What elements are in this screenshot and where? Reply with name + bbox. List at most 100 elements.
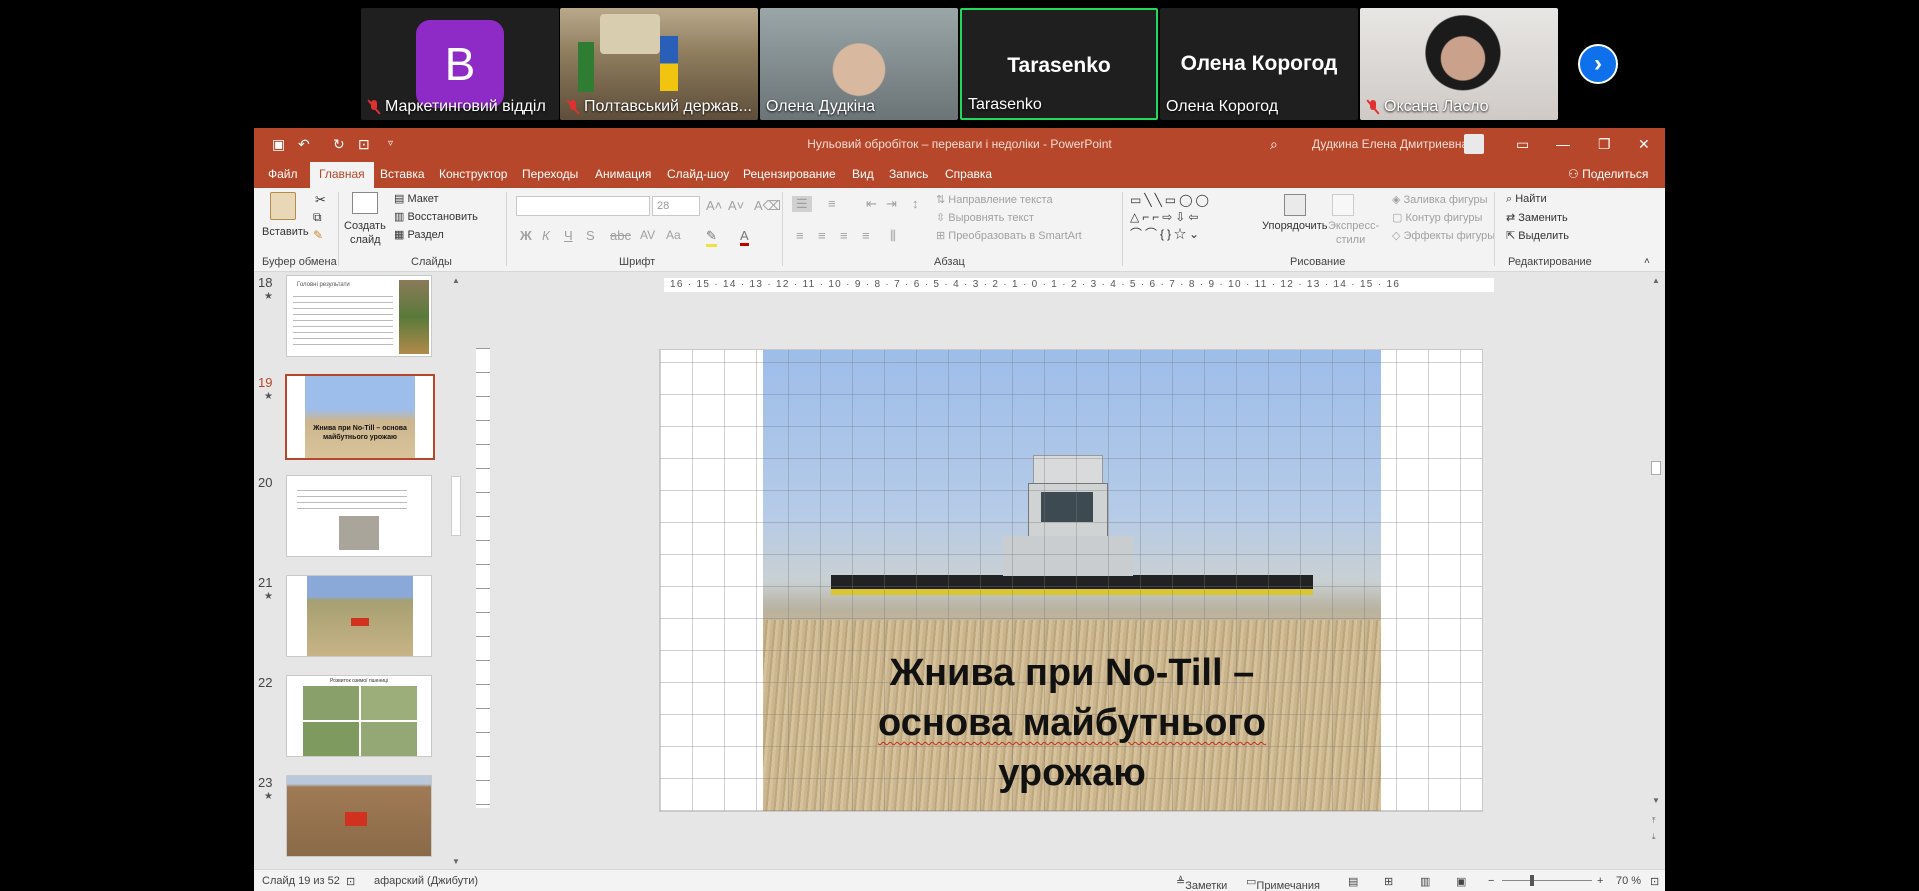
line-spacing-icon[interactable]: ↕ [912, 196, 919, 211]
section-button[interactable]: ▦ Раздел [394, 228, 444, 241]
quick-styles-button[interactable]: Экспресс- [1328, 220, 1379, 232]
paste-button[interactable]: Вставить [262, 226, 309, 238]
cut-icon[interactable]: ✂ [315, 192, 326, 208]
collapse-ribbon-icon[interactable]: ˄ [1644, 256, 1650, 267]
replace-button[interactable]: ⇄ Заменить [1506, 211, 1568, 224]
avatar: B [416, 20, 504, 108]
format-painter-icon[interactable]: ✎ [313, 228, 323, 242]
language-indicator[interactable]: афарский (Джибути) [374, 875, 478, 887]
next-participants-button[interactable]: › [1578, 44, 1618, 84]
normal-view-icon[interactable]: ▤ [1348, 875, 1358, 888]
zoom-in-icon[interactable]: + [1597, 875, 1603, 887]
user-name[interactable]: Дудкина Елена Дмитриевна [1312, 137, 1468, 151]
convert-smartart-button[interactable]: ⊞ Преобразовать в SmartArt [936, 229, 1082, 242]
new-slide-button-line2[interactable]: слайд [350, 234, 381, 246]
slide-title[interactable]: Жнива при No-Till – основа майбутнього у… [763, 648, 1381, 798]
underline-icon[interactable]: Ч [564, 228, 573, 243]
maximize-icon[interactable]: ❐ [1598, 136, 1611, 152]
select-button[interactable]: ⇱ Выделить [1506, 229, 1569, 242]
comments-button[interactable]: ▭ Примечания [1246, 875, 1320, 891]
new-slide-button[interactable]: Создать [344, 220, 386, 232]
slide-thumbnail-21[interactable] [286, 575, 432, 657]
zoom-level[interactable]: 70 % [1616, 875, 1641, 887]
user-avatar[interactable] [1464, 134, 1484, 154]
zoom-slider[interactable] [1502, 880, 1592, 881]
slide-thumbnail-19-selected[interactable]: Жнива при No-Till – основа майбутнього у… [285, 374, 435, 460]
tab-file[interactable]: Файл [268, 167, 298, 181]
text-direction-button[interactable]: ⇅ Направление текста [936, 193, 1053, 206]
layout-button[interactable]: ▤ Макет [394, 192, 439, 205]
reading-view-icon[interactable]: ▥ [1420, 875, 1430, 888]
slide-thumbnail-18[interactable]: Головні результати [286, 275, 432, 357]
slide-sorter-icon[interactable]: ⊞ [1384, 875, 1393, 888]
tab-slideshow[interactable]: Слайд-шоу [667, 167, 729, 181]
shape-fill-button[interactable]: ◈ Заливка фигуры [1392, 193, 1488, 206]
participant-name: Олена Дудкіна [766, 98, 875, 115]
participant-tile[interactable]: Олена Дудкіна [760, 8, 958, 120]
numbering-icon[interactable]: ≡ [828, 196, 836, 211]
font-size-increase-icon[interactable]: A˄ [706, 198, 722, 213]
thumbnail-image [305, 376, 415, 458]
increase-indent-icon[interactable]: ⇥ [886, 196, 897, 212]
strikethrough-icon[interactable]: abc [610, 228, 631, 243]
quick-styles-button-line2[interactable]: стили [1336, 234, 1365, 246]
bullets-icon[interactable]: ☰ [792, 196, 812, 212]
slideshow-view-icon[interactable]: ▣ [1456, 875, 1466, 888]
tab-home[interactable]: Главная [310, 162, 374, 188]
tab-review[interactable]: Рецензирование [743, 167, 836, 181]
char-spacing-icon[interactable]: AV [640, 228, 655, 242]
tab-view[interactable]: Вид [852, 167, 874, 181]
tab-transitions[interactable]: Переходы [522, 167, 578, 181]
spellcheck-icon[interactable]: ⊡ [346, 875, 355, 888]
search-icon[interactable]: ⌕ [1270, 136, 1278, 152]
zoom-slider-thumb[interactable] [1530, 875, 1534, 886]
tab-record[interactable]: Запись [889, 167, 928, 181]
share-button[interactable]: ⚇ Поделиться [1568, 167, 1648, 181]
shape-outline-button[interactable]: ▢ Контур фигуры [1392, 211, 1482, 224]
decrease-indent-icon[interactable]: ⇤ [866, 196, 877, 212]
minimize-icon[interactable]: — [1556, 136, 1570, 152]
zoom-out-icon[interactable]: − [1488, 875, 1494, 887]
notes-button[interactable]: ≜ Заметки [1176, 875, 1227, 891]
close-icon[interactable]: ✕ [1638, 136, 1650, 152]
font-size-decrease-icon[interactable]: A˅ [728, 198, 744, 213]
thumbnails-scrollbar[interactable]: ▲ ▼ [450, 276, 462, 866]
justify-icon[interactable]: ≡ [862, 228, 870, 243]
font-family-select[interactable] [516, 196, 650, 216]
participant-tile[interactable]: Оксана Ласло [1360, 8, 1558, 120]
participant-tile[interactable]: Олена Корогод Олена Корогод [1160, 8, 1358, 120]
tab-help[interactable]: Справка [945, 167, 992, 181]
participant-tile[interactable]: B Маркетинговий відділ [361, 8, 559, 120]
fit-to-window-icon[interactable]: ⊡ [1650, 875, 1659, 888]
slide-thumbnail-23[interactable] [286, 775, 432, 857]
ribbon-display-icon[interactable]: ▭ [1516, 136, 1529, 152]
highlight-icon[interactable]: ✎ [706, 228, 717, 247]
align-right-icon[interactable]: ≡ [840, 228, 848, 243]
bold-icon[interactable]: Ж [520, 228, 532, 243]
find-button[interactable]: ⌕ Найти [1506, 193, 1547, 206]
columns-icon[interactable]: ⫼ [890, 228, 896, 244]
align-center-icon[interactable]: ≡ [818, 228, 826, 243]
shadow-icon[interactable]: S [586, 228, 595, 243]
align-left-icon[interactable]: ≡ [796, 228, 804, 243]
tab-design[interactable]: Конструктор [439, 167, 507, 181]
clear-formatting-icon[interactable]: A⌫ [754, 198, 781, 214]
slide-thumbnail-22[interactable]: Розвиток озимої пшениці [286, 675, 432, 757]
tab-animations[interactable]: Анимация [595, 167, 651, 181]
tab-insert[interactable]: Вставка [380, 167, 425, 181]
italic-icon[interactable]: К [542, 228, 550, 243]
slide-scrollbar[interactable]: ▲ ▼ ⤒ ⤓ [1650, 276, 1662, 866]
shapes-gallery[interactable]: ▭╲╲▭◯◯ △⌐⌐⇨⇩⇦ ⌒⌒{}☆⌄ [1130, 192, 1250, 244]
participant-tile-active-speaker[interactable]: Tarasenko Tarasenko [960, 8, 1158, 120]
arrange-button[interactable]: Упорядочить [1262, 220, 1327, 232]
copy-icon[interactable]: ⧉ [313, 210, 322, 225]
change-case-icon[interactable]: Aa [666, 228, 681, 242]
participant-tile[interactable]: Полтавський держав... [560, 8, 758, 120]
shape-effects-button[interactable]: ◇ Эффекты фигуры [1392, 229, 1495, 242]
align-text-button[interactable]: ⇳ Выровнять текст [936, 211, 1034, 224]
slide-thumbnail-20[interactable] [286, 475, 432, 557]
reset-button[interactable]: ▥ Восстановить [394, 210, 478, 223]
font-color-icon[interactable]: A [740, 228, 749, 246]
font-size-select[interactable]: 28 [652, 196, 700, 216]
current-slide[interactable]: Жнива при No-Till – основа майбутнього у… [659, 349, 1483, 812]
